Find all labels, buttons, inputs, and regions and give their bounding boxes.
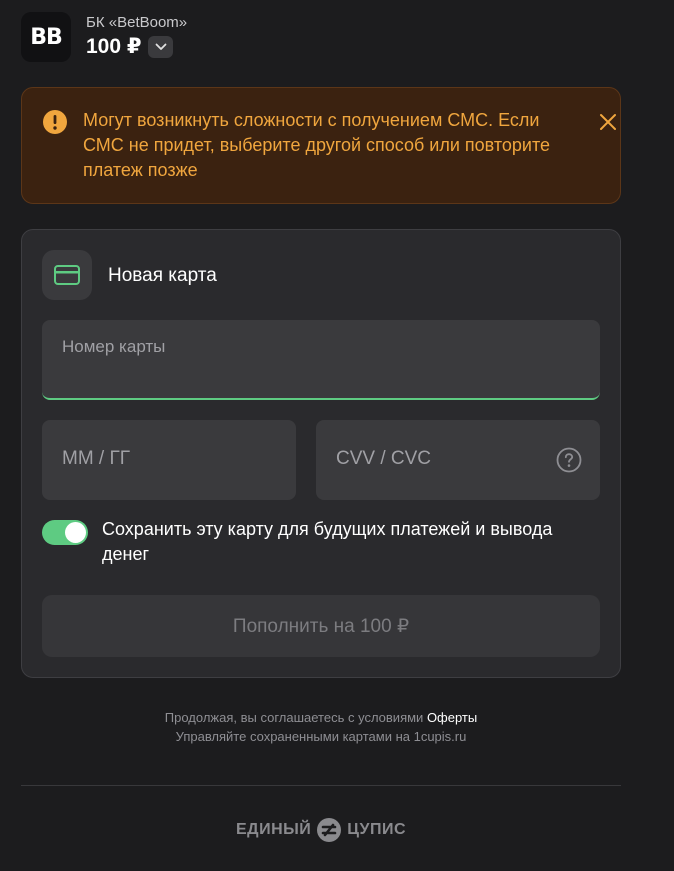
amount-details-button[interactable] [148,36,174,58]
form-title: Новая карта [108,265,217,286]
sms-warning-banner: Могут возникнуть сложности с получением … [21,87,621,204]
credit-card-icon [54,265,80,285]
offer-link[interactable]: Оферты [427,710,477,725]
cupis-brand: ЕДИНЫЙ ЦУПИС [0,817,642,843]
close-icon[interactable] [595,109,621,135]
new-card-form: Новая карта Номер карты ММ / ГГ CVV / CV… [21,229,621,678]
expiry-date-field[interactable]: ММ / ГГ [42,420,296,500]
card-number-field[interactable]: Номер карты [42,320,600,400]
save-card-toggle[interactable] [42,520,88,545]
merchant-info: БК «BetBoom» 100 ₽ [86,14,187,60]
cupis-logo-icon [317,818,342,842]
expiry-placeholder: ММ / ГГ [62,448,131,469]
merchant-name: БК «BetBoom» [86,14,188,31]
card-icon-container [42,250,92,300]
warning-message: Могут возникнуть сложности с получением … [83,110,550,180]
warning-circle-icon [43,110,67,134]
merchant-logo: BB [21,12,71,62]
payment-page: BB БК «BetBoom» 100 ₽ Могут возникнуть с… [0,0,674,871]
manage-cards-text: Управляйте сохраненными картами на 1cupi… [175,729,467,744]
terms-line: Продолжая, вы соглашаетесь с условиями О… [21,708,621,727]
question-circle-icon[interactable] [556,447,582,473]
brand-right-text: ЦУПИС [347,821,406,838]
toggle-knob [65,522,86,543]
payment-amount: 100 ₽ [86,35,142,58]
footer-divider [21,785,621,786]
terms-prefix: Продолжая, вы соглашаетесь с условиями [164,710,424,725]
submit-payment-button[interactable]: Пополнить на 100 ₽ [42,595,600,657]
cvv-placeholder: CVV / CVC [336,448,432,469]
chevron-down-icon [155,43,167,50]
cvv-field[interactable]: CVV / CVC [316,420,600,500]
brand-left-text: ЕДИНЫЙ [236,821,312,838]
amount-row: 100 ₽ [86,34,187,60]
header: BB БК «BetBoom» 100 ₽ [21,12,187,62]
terms-text: Продолжая, вы соглашаетесь с условиями О… [21,708,621,746]
save-card-label: Сохранить эту карту для будущих платежей… [102,519,553,564]
card-number-placeholder: Номер карты [62,337,166,356]
